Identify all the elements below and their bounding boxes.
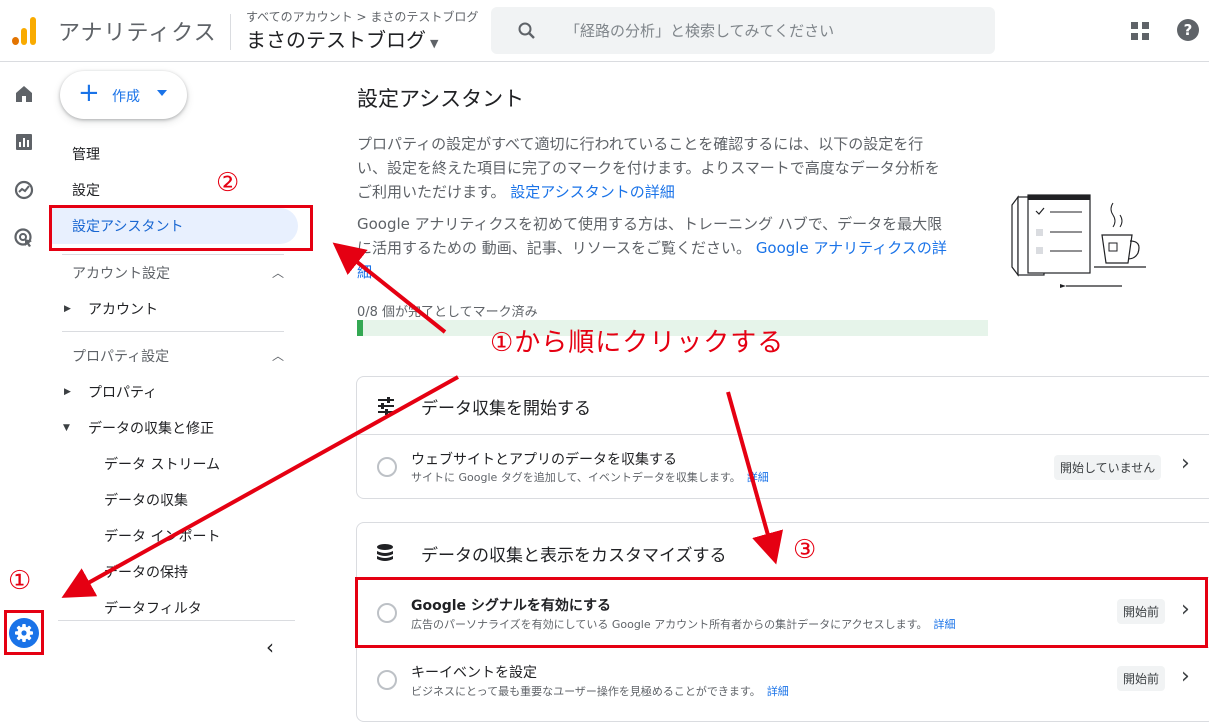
annotation-box-gear	[4, 610, 44, 655]
training-line: に活用するための 動画、記事、リソースをご覧ください。 Google アナリティ…	[357, 236, 987, 260]
card-header: データの収集と表示をカスタマイズする	[357, 523, 1209, 578]
chevron-right-icon[interactable]: ›	[1181, 451, 1190, 476]
nav-subitem-data-filters[interactable]: データフィルタ	[104, 598, 202, 618]
tune-icon	[378, 397, 394, 415]
caret-down-icon: ▼	[430, 37, 439, 50]
annotation-box-setup-assistant	[49, 205, 313, 251]
intro-line: プロパティの設定がすべて適切に行われていることを確認するには、以下の設定を行	[357, 135, 924, 153]
nav-subitem-data-streams[interactable]: データ ストリーム	[104, 454, 220, 474]
admin-nav-panel: + 作成 管理 設定 設定アシスタント アカウント設定 ︿ ▶ アカウント プロ…	[48, 63, 310, 711]
nav-divider	[62, 254, 284, 255]
checklist-coffee-illustration	[1011, 194, 1146, 288]
task-details-link[interactable]: 詳細	[767, 685, 789, 698]
task-details-link[interactable]: 詳細	[747, 471, 769, 484]
task-subtitle: ビジネスにとって最も重要なユーザー操作を見極めることができます。 詳細	[411, 683, 789, 699]
expand-triangle-icon[interactable]: ▶	[64, 304, 71, 314]
breadcrumb[interactable]: すべてのアカウント > まさのテストブログ	[246, 8, 478, 25]
property-name: まさのテストブログ	[246, 28, 426, 52]
task-subtitle: サイトに Google タグを追加して、イベントデータを収集します。 詳細	[411, 469, 769, 485]
nav-item-settings[interactable]: 設定	[72, 180, 100, 200]
nav-item-property[interactable]: プロパティ	[88, 382, 157, 402]
property-selector[interactable]: まさのテストブログ ▼	[246, 24, 438, 53]
card-title: データの収集と表示をカスタマイズする	[421, 546, 727, 566]
reports-icon[interactable]	[13, 131, 35, 153]
advertising-icon[interactable]	[13, 227, 35, 249]
task-card-start-collection: データ収集を開始する ウェブサイトとアプリのデータを収集する サイトに Goog…	[356, 376, 1209, 499]
create-button[interactable]: + 作成	[60, 71, 187, 119]
training-line: Google アナリティクスを初めて使用する方は、トレーニング ハブで、データを…	[357, 215, 943, 233]
analytics-details-link[interactable]: Google アナリティクスの詳	[756, 239, 947, 257]
account-settings-header[interactable]: アカウント設定	[72, 263, 170, 283]
page-title: 設定アシスタント	[357, 87, 525, 111]
intro-line: ご利用いただけます。 設定アシスタントの詳細	[357, 180, 987, 204]
analytics-details-link-cont[interactable]: 細	[357, 260, 987, 284]
search-placeholder: 「経路の分析」と検索してみてください	[565, 22, 835, 40]
plus-icon: +	[78, 78, 100, 108]
nav-item-account[interactable]: アカウント	[88, 299, 158, 319]
status-badge: 開始していません	[1054, 455, 1162, 480]
nav-subitem-data-retention[interactable]: データの保持	[104, 562, 188, 582]
nav-item-admin[interactable]: 管理	[72, 144, 100, 164]
apps-grid-icon[interactable]	[1130, 21, 1150, 41]
annotation-number-1: ①	[8, 566, 32, 596]
collapse-triangle-icon[interactable]: ▼	[63, 423, 70, 433]
search-icon	[518, 22, 535, 39]
setup-assistant-details-link[interactable]: 設定アシスタントの詳細	[510, 183, 674, 201]
nav-subitem-data-collection[interactable]: データの収集	[104, 490, 188, 510]
chevron-up-icon[interactable]: ︿	[272, 264, 284, 281]
intro-line: い、設定を終えた項目に完了のマークを付けます。よりスマートで高度なデータ分析を	[357, 159, 940, 177]
task-complete-radio[interactable]	[377, 670, 397, 690]
task-complete-radio[interactable]	[377, 457, 397, 477]
database-icon	[377, 544, 393, 561]
nav-divider	[62, 331, 284, 332]
task-subtitle-text: サイトに Google タグを追加して、イベントデータを収集します。	[411, 471, 741, 484]
expand-triangle-icon[interactable]: ▶	[64, 387, 71, 397]
annotation-instruction: ①から順にクリックする	[490, 328, 785, 358]
intro-line-text: ご利用いただけます。	[357, 183, 506, 201]
annotation-number-3: ③	[793, 535, 817, 565]
create-label: 作成	[112, 89, 140, 105]
nav-item-data-collection[interactable]: データの収集と修正	[88, 418, 214, 438]
progress-bar-fill	[357, 320, 363, 336]
analytics-logo[interactable]	[12, 17, 40, 45]
training-line-text: に活用するための 動画、記事、リソースをご覧ください。	[357, 239, 752, 257]
nav-divider	[58, 620, 295, 621]
annotation-number-2: ②	[216, 168, 240, 198]
chevron-up-icon[interactable]: ︿	[272, 347, 284, 364]
card-header: データ収集を開始する	[357, 377, 1209, 435]
search-bar[interactable]: 「経路の分析」と検索してみてください	[491, 7, 995, 54]
chevron-right-icon[interactable]: ›	[1181, 664, 1190, 689]
property-settings-header[interactable]: プロパティ設定	[72, 346, 169, 366]
card-title: データ収集を開始する	[421, 399, 591, 419]
top-app-bar: アナリティクス すべてのアカウント > まさのテストブログ まさのテストブログ ▼…	[0, 0, 1209, 62]
task-title: キーイベントを設定	[411, 665, 537, 681]
help-icon[interactable]: ?	[1177, 19, 1199, 41]
nav-subitem-data-import[interactable]: データ インポート	[104, 526, 220, 546]
progress-label: 0/8 個が完了としてマーク済み	[357, 305, 538, 320]
explore-icon[interactable]	[13, 179, 35, 201]
header-divider	[230, 14, 231, 50]
task-row[interactable]: ウェブサイトとアプリのデータを収集する サイトに Google タグを追加して、…	[357, 435, 1209, 499]
app-name: アナリティクス	[58, 21, 217, 46]
annotation-box-google-signals	[355, 577, 1208, 648]
task-row[interactable]: キーイベントを設定 ビジネスにとって最も重要なユーザー操作を見極めることができま…	[357, 648, 1209, 714]
status-badge: 開始前	[1117, 666, 1166, 691]
intro-text: プロパティの設定がすべて適切に行われていることを確認するには、以下の設定を行 い…	[357, 132, 987, 204]
task-title: ウェブサイトとアプリのデータを収集する	[411, 452, 677, 468]
training-text: Google アナリティクスを初めて使用する方は、トレーニング ハブで、データを…	[357, 212, 987, 284]
home-icon[interactable]	[13, 83, 35, 105]
caret-down-icon	[157, 90, 167, 96]
task-subtitle-text: ビジネスにとって最も重要なユーザー操作を見極めることができます。	[411, 685, 761, 698]
collapse-nav-chevron-icon[interactable]: ‹	[266, 635, 274, 659]
